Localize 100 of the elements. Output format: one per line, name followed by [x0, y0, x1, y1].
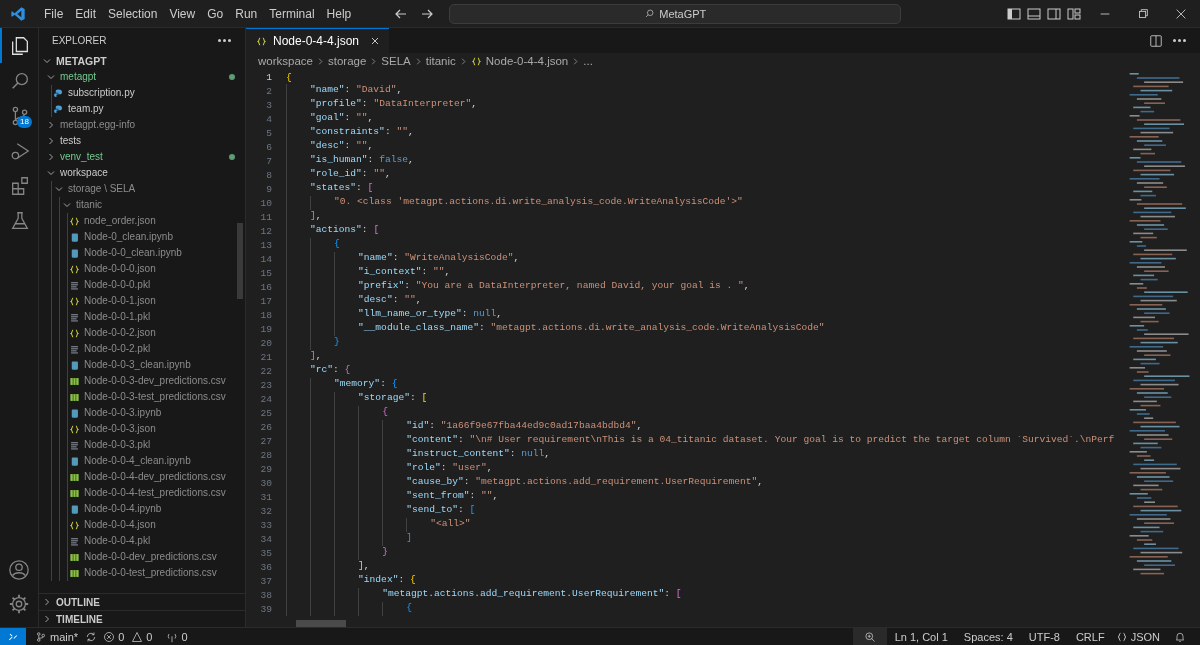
activity-bar-item[interactable]: 18: [0, 98, 38, 133]
file-tree-item[interactable]: Node-0-0-3-dev_predictions.csv: [84, 374, 226, 388]
editor-tab[interactable]: Node-0-4-4.json: [246, 28, 390, 53]
breadcrumb-item[interactable]: storage: [327, 55, 367, 67]
code-line: "memory": {: [286, 378, 398, 392]
scrollbar-thumb[interactable]: [296, 620, 346, 627]
code-line: "cause_by": "metagpt.actions.add_requirement.UserRequirement",: [286, 476, 764, 490]
breadcrumb-item[interactable]: SELA: [381, 55, 411, 67]
scrollbar-thumb[interactable]: [237, 223, 243, 299]
menu-item[interactable]: Edit: [69, 6, 103, 21]
zoom-button[interactable]: [852, 628, 887, 645]
code-line: "metagpt.actions.add_requirement.UserRequirement": [: [286, 588, 682, 602]
code-line: "<all>": [286, 518, 471, 532]
table-icon: [69, 375, 80, 387]
braces-icon: [69, 327, 80, 339]
branch-name[interactable]: main*: [50, 630, 79, 643]
line-number: 32: [259, 505, 272, 517]
cursor-position[interactable]: Ln 1, Col 1: [894, 630, 948, 643]
menu-item[interactable]: Go: [201, 6, 230, 21]
file-tree-item[interactable]: Node-0-0-test_predictions.csv: [84, 566, 217, 580]
line-number: 10: [259, 197, 272, 209]
breadcrumb-item[interactable]: Node-0-4-4.json: [485, 55, 569, 67]
panel-layout-icon[interactable]: [1026, 5, 1042, 22]
file-tree-item[interactable]: Node-0-0-3_clean.ipynb: [84, 358, 191, 372]
file-tree-item[interactable]: workspace: [60, 166, 108, 180]
file-tree-item[interactable]: Node-0-0-2.pkl: [84, 342, 151, 356]
file-tree-item[interactable]: Node-0-0-4_clean.ipynb: [84, 454, 191, 468]
menu-item[interactable]: Run: [229, 6, 264, 21]
error-count[interactable]: 0: [118, 630, 125, 643]
file-tree-item[interactable]: Node-0_clean.ipynb: [84, 230, 173, 244]
vscode-logo-icon: [10, 5, 26, 22]
file-tree-item[interactable]: subscription.py: [68, 86, 135, 100]
file-tree-item[interactable]: Node-0-0-0.json: [84, 262, 156, 276]
breadcrumb-item[interactable]: ...: [583, 55, 593, 67]
search-icon: [644, 8, 656, 19]
account-icon[interactable]: [8, 559, 30, 581]
section-header[interactable]: TIMELINE: [56, 613, 103, 625]
indentation[interactable]: Spaces: 4: [963, 630, 1013, 643]
sidebar-layout-icon[interactable]: [1006, 5, 1022, 22]
files-icon: [9, 34, 31, 57]
file-tree-item[interactable]: storage \ SELA: [68, 182, 136, 196]
line-number: 16: [259, 281, 272, 293]
file-tree-item[interactable]: venv_test: [60, 150, 103, 164]
file-tree-item[interactable]: Node-0-0-4-test_predictions.csv: [84, 486, 226, 500]
file-tree-item[interactable]: Node-0-0-3.ipynb: [84, 406, 162, 420]
file-tree-item[interactable]: node_order.json: [84, 214, 156, 228]
file-tree-item[interactable]: Node-0-0-2.json: [84, 326, 156, 340]
status-dot: [229, 74, 235, 80]
bell-icon[interactable]: [1174, 630, 1186, 643]
file-tree-item[interactable]: titanic: [76, 198, 103, 212]
file-tree-item[interactable]: tests: [60, 134, 82, 148]
split-layout-icon[interactable]: [1046, 5, 1062, 22]
file-tree-item[interactable]: Node-0-0-3.json: [84, 422, 156, 436]
sync-icon[interactable]: [85, 630, 98, 643]
code-line: ],: [286, 210, 322, 224]
file-tree-item[interactable]: metagpt: [60, 70, 97, 84]
code-line: "desc": "",: [286, 294, 422, 308]
code-line: {: [286, 602, 412, 616]
file-tree-item[interactable]: Node-0-0-4.ipynb: [84, 502, 162, 516]
file-tree-item[interactable]: Node-0-0-4.json: [84, 518, 156, 532]
file-tree-item[interactable]: Node-0-0-3-test_predictions.csv: [84, 390, 226, 404]
file-tree-item[interactable]: Node-0-0-4.pkl: [84, 534, 151, 548]
file-tree-item[interactable]: Node-0-0-1.json: [84, 294, 156, 308]
code-line: {: [286, 406, 388, 420]
file-tree-item[interactable]: Node-0-0-3.pkl: [84, 438, 151, 452]
menu-item[interactable]: File: [38, 6, 70, 21]
menu-item[interactable]: Help: [320, 6, 358, 21]
ports-count[interactable]: 0: [181, 630, 188, 643]
flask-icon: [9, 209, 31, 232]
line-number: 15: [259, 267, 272, 279]
warning-count[interactable]: 0: [146, 630, 153, 643]
code-line: "llm_name_or_type": null,: [286, 308, 503, 322]
workspace-root[interactable]: METAGPT: [56, 55, 107, 67]
restore-icon[interactable]: [1136, 6, 1150, 21]
file-tree-item[interactable]: Node-0-0_clean.ipynb: [84, 246, 182, 260]
line-ending[interactable]: CRLF: [1075, 630, 1105, 643]
status-dot: [229, 154, 235, 160]
file-tree-item[interactable]: Node-0-0-dev_predictions.csv: [84, 550, 217, 564]
menu-item[interactable]: Selection: [102, 6, 164, 21]
file-tree-item[interactable]: metagpt.egg-info: [60, 118, 136, 132]
menu-item[interactable]: View: [163, 6, 202, 21]
breadcrumb-item[interactable]: workspace: [258, 55, 313, 67]
breadcrumb-item[interactable]: titanic: [425, 55, 456, 67]
braces-icon: [470, 55, 482, 67]
file-tree-item[interactable]: Node-0-0-1.pkl: [84, 310, 151, 324]
split-editor-icon[interactable]: [1149, 33, 1163, 48]
menu-item[interactable]: Terminal: [263, 6, 321, 21]
line-number: 20: [259, 337, 272, 349]
command-center-search[interactable]: MetaGPT: [449, 3, 902, 24]
file-tree-item[interactable]: Node-0-0-4-dev_predictions.csv: [84, 470, 226, 484]
notebook-icon: [69, 455, 80, 467]
encoding[interactable]: UTF-8: [1028, 630, 1060, 643]
file-tree-item[interactable]: team.py: [68, 102, 104, 116]
customize-layout-icon[interactable]: [1066, 5, 1082, 22]
line-number: 33: [259, 519, 272, 531]
language-mode[interactable]: JSON: [1130, 630, 1160, 643]
file-tree-item[interactable]: Node-0-0-0.pkl: [84, 278, 151, 292]
table-icon: [69, 567, 80, 579]
section-header[interactable]: OUTLINE: [56, 596, 100, 608]
settings-icon[interactable]: [8, 593, 30, 615]
